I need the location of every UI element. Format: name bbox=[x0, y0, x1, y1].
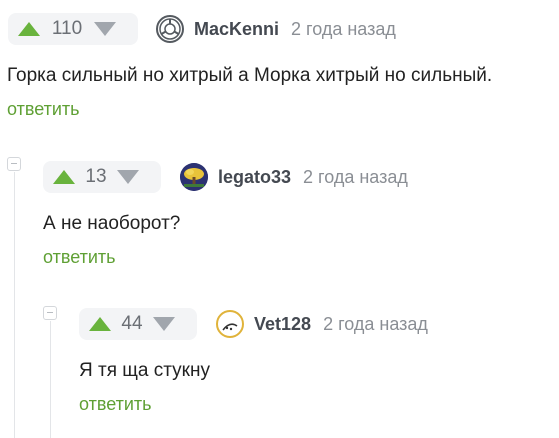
thread-line bbox=[50, 321, 51, 438]
comment: 13 legato33 2 года назад А не наоборот? … bbox=[43, 161, 408, 268]
comment-header: 110 MacKenni 2 года назад bbox=[8, 13, 492, 45]
rating-count: 110 bbox=[51, 18, 83, 39]
vote-box: 44 bbox=[79, 308, 197, 340]
collapse-thread-toggle[interactable] bbox=[7, 157, 21, 171]
comment-time: 2 года назад bbox=[303, 166, 408, 187]
comment-time: 2 года назад bbox=[291, 18, 396, 39]
vote-box: 110 bbox=[8, 13, 138, 45]
downvote-icon[interactable] bbox=[117, 170, 139, 184]
thread-line bbox=[14, 172, 15, 438]
upvote-icon[interactable] bbox=[53, 170, 75, 184]
comment-text: Горка сильный но хитрый а Морка хитрый н… bbox=[7, 65, 493, 86]
comment-time: 2 года назад bbox=[323, 313, 428, 334]
author-name[interactable]: legato33 bbox=[218, 167, 291, 188]
face-avatar-icon[interactable] bbox=[216, 310, 244, 338]
tree-avatar-icon[interactable] bbox=[180, 163, 208, 191]
comment-text: Я тя ща стукну bbox=[79, 360, 210, 381]
upvote-icon[interactable] bbox=[18, 22, 40, 36]
downvote-icon[interactable] bbox=[94, 22, 116, 36]
reply-link[interactable]: ответить bbox=[7, 99, 492, 120]
author-name[interactable]: Vet128 bbox=[254, 314, 311, 335]
comment: 110 MacKenni 2 года назад Горка сильный … bbox=[7, 13, 493, 120]
reply-link[interactable]: ответить bbox=[79, 394, 428, 415]
scp-logo-icon-graphic bbox=[159, 18, 181, 40]
collapse-thread-toggle[interactable] bbox=[43, 306, 57, 320]
rating-count: 13 bbox=[85, 166, 107, 187]
comment-header: 13 legato33 2 года назад bbox=[43, 161, 408, 193]
rating-count: 44 bbox=[121, 313, 143, 334]
comment: 44 Vet128 2 года назад Я тя ща стукну от… bbox=[79, 308, 428, 415]
scp-logo-icon[interactable] bbox=[156, 15, 184, 43]
tree-avatar-icon-graphic bbox=[180, 163, 208, 191]
vote-box: 13 bbox=[43, 161, 161, 193]
author-name[interactable]: MacKenni bbox=[194, 19, 279, 40]
comment-header: 44 Vet128 2 года назад bbox=[79, 308, 428, 340]
downvote-icon[interactable] bbox=[153, 317, 175, 331]
upvote-icon[interactable] bbox=[89, 317, 111, 331]
face-avatar-icon-graphic bbox=[222, 323, 238, 331]
comment-text: А не наоборот? bbox=[43, 213, 181, 234]
reply-link[interactable]: ответить bbox=[43, 247, 408, 268]
